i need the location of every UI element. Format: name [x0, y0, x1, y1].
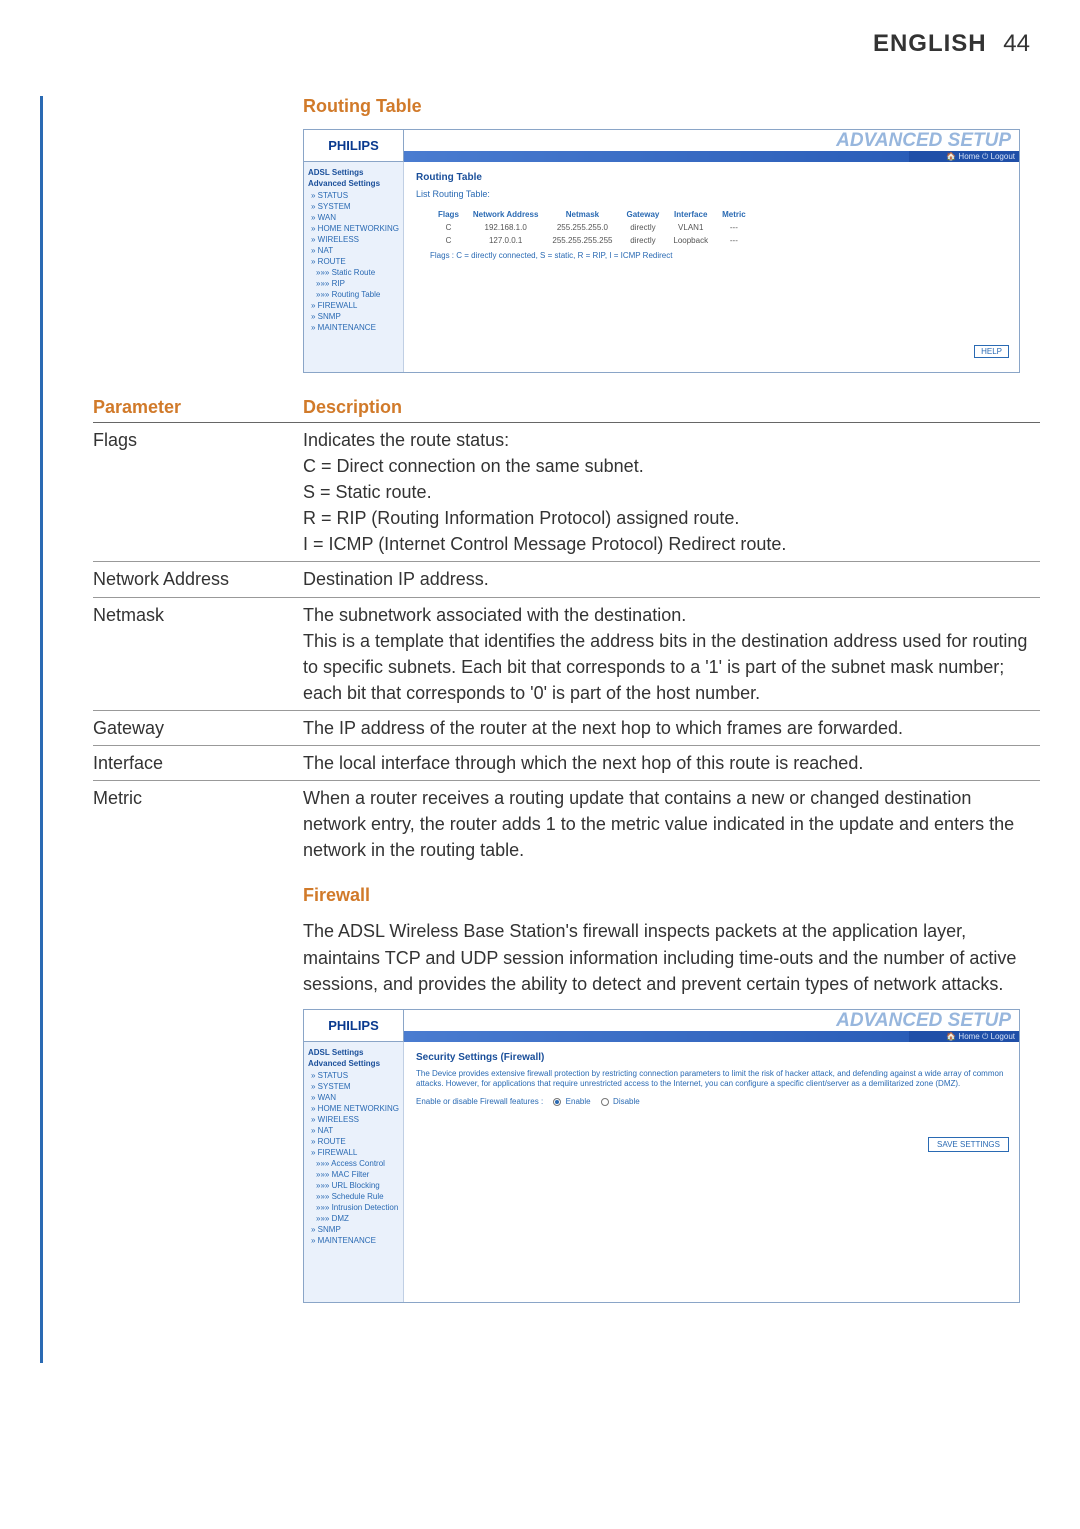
sidebar-item-wireless[interactable]: » WIRELESS — [308, 234, 399, 245]
banner-title: ADVANCED SETUP — [836, 130, 1011, 152]
radio-disable-label: Disable — [613, 1097, 640, 1106]
table-row: Gateway The IP address of the router at … — [93, 710, 1040, 745]
sidebar-item-snmp[interactable]: » SNMP — [308, 1224, 399, 1235]
page-header: ENGLISH 44 — [0, 0, 1080, 78]
sidebar-item-system[interactable]: » SYSTEM — [308, 201, 399, 212]
radio-enable[interactable] — [553, 1098, 561, 1106]
desc-flags: Indicates the route status: C = Direct c… — [303, 423, 1040, 562]
sidebar-item-static-route[interactable]: »»» Static Route — [308, 267, 399, 278]
sidebar-item-url-blocking[interactable]: »»» URL Blocking — [308, 1180, 399, 1191]
sidebar-item-firewall[interactable]: » FIREWALL — [308, 1147, 399, 1158]
firewall-main-desc: The Device provides extensive firewall p… — [416, 1069, 1007, 1089]
param-metric: Metric — [93, 781, 303, 868]
sidebar-item-status[interactable]: » STATUS — [308, 190, 399, 201]
header-language: ENGLISH — [873, 30, 987, 57]
routing-main: Routing Table List Routing Table: Flags … — [404, 162, 1019, 372]
sidebar-item-nat[interactable]: » NAT — [308, 1125, 399, 1136]
col-network-address: Network Address — [467, 209, 545, 220]
param-netmask: Netmask — [93, 597, 303, 710]
col-netmask: Netmask — [546, 209, 618, 220]
sidebar: ADSL Settings Advanced Settings » STATUS… — [304, 162, 404, 372]
desc-gateway: The IP address of the router at the next… — [303, 710, 1040, 745]
sidebar-item-maintenance[interactable]: » MAINTENANCE — [308, 322, 399, 333]
table-row: Metric When a router receives a routing … — [93, 781, 1040, 868]
firewall-enable-label: Enable or disable Firewall features : — [416, 1097, 543, 1106]
section-firewall-title: Firewall — [303, 885, 1080, 906]
routing-main-subtitle: List Routing Table: — [416, 189, 1007, 199]
parameter-description-table: Parameter Description Flags Indicates th… — [93, 393, 1040, 867]
routing-data-table: Flags Network Address Netmask Gateway In… — [430, 207, 754, 248]
sidebar-item-intrusion-detection[interactable]: »»» Intrusion Detection — [308, 1202, 399, 1213]
col-flags: Flags — [432, 209, 465, 220]
param-flags: Flags — [93, 423, 303, 562]
screenshot-routing-table: PHILIPS ADVANCED SETUP 🏠 Home ⏻ Logout A… — [303, 129, 1020, 373]
desc-header: Description — [303, 393, 1040, 423]
sidebar-item-wireless[interactable]: » WIRELESS — [308, 1114, 399, 1125]
sidebar-item-firewall[interactable]: » FIREWALL — [308, 300, 399, 311]
header-page-number: 44 — [1003, 30, 1030, 57]
param-header: Parameter — [93, 393, 303, 423]
sidebar-group-advanced[interactable]: Advanced Settings — [308, 179, 399, 188]
table-row: Flags Indicates the route status: C = Di… — [93, 423, 1040, 562]
radio-disable[interactable] — [601, 1098, 609, 1106]
firewall-main-title: Security Settings (Firewall) — [416, 1052, 1007, 1063]
sidebar-item-rip[interactable]: »»» RIP — [308, 278, 399, 289]
sidebar-item-home-networking[interactable]: » HOME NETWORKING — [308, 223, 399, 234]
sidebar: ADSL Settings Advanced Settings » STATUS… — [304, 1042, 404, 1302]
param-interface: Interface — [93, 746, 303, 781]
content: Routing Table PHILIPS ADVANCED SETUP 🏠 H… — [40, 96, 1080, 1363]
desc-metric: When a router receives a routing update … — [303, 781, 1040, 868]
banner-links[interactable]: 🏠 Home ⏻ Logout — [909, 151, 1019, 162]
sidebar-item-access-control[interactable]: »»» Access Control — [308, 1158, 399, 1169]
sidebar-item-home-networking[interactable]: » HOME NETWORKING — [308, 1103, 399, 1114]
sidebar-item-wan[interactable]: » WAN — [308, 212, 399, 223]
help-button[interactable]: HELP — [974, 345, 1009, 358]
table-row: C 192.168.1.0 255.255.255.0 directly VLA… — [432, 222, 752, 233]
col-gateway: Gateway — [620, 209, 665, 220]
sidebar-item-snmp[interactable]: » SNMP — [308, 311, 399, 322]
philips-logo: PHILIPS — [304, 130, 404, 162]
screenshot-firewall: PHILIPS ADVANCED SETUP 🏠 Home ⏻ Logout A… — [303, 1009, 1020, 1303]
firewall-main: Security Settings (Firewall) The Device … — [404, 1042, 1019, 1302]
philips-logo: PHILIPS — [304, 1010, 404, 1042]
sidebar-item-maintenance[interactable]: » MAINTENANCE — [308, 1235, 399, 1246]
sidebar-item-mac-filter[interactable]: »»» MAC Filter — [308, 1169, 399, 1180]
sidebar-item-dmz[interactable]: »»» DMZ — [308, 1213, 399, 1224]
routing-main-title: Routing Table — [416, 172, 1007, 183]
sidebar-item-wan[interactable]: » WAN — [308, 1092, 399, 1103]
sidebar-group-adsl[interactable]: ADSL Settings — [308, 1048, 399, 1057]
desc-interface: The local interface through which the ne… — [303, 746, 1040, 781]
sidebar-group-adsl[interactable]: ADSL Settings — [308, 168, 399, 177]
section-routing-table-title: Routing Table — [303, 96, 1080, 117]
firewall-enable-row: Enable or disable Firewall features : En… — [416, 1097, 1007, 1106]
sidebar-group-advanced[interactable]: Advanced Settings — [308, 1059, 399, 1068]
sidebar-item-status[interactable]: » STATUS — [308, 1070, 399, 1081]
desc-network-address: Destination IP address. — [303, 562, 1040, 597]
save-settings-button[interactable]: SAVE SETTINGS — [928, 1137, 1009, 1152]
param-gateway: Gateway — [93, 710, 303, 745]
col-interface: Interface — [667, 209, 714, 220]
firewall-intro-text: The ADSL Wireless Base Station's firewal… — [303, 918, 1020, 996]
sidebar-item-route[interactable]: » ROUTE — [308, 256, 399, 267]
table-row: Netmask The subnetwork associated with t… — [93, 597, 1040, 710]
desc-netmask: The subnetwork associated with the desti… — [303, 597, 1040, 710]
col-metric: Metric — [716, 209, 752, 220]
param-network-address: Network Address — [93, 562, 303, 597]
banner-title: ADVANCED SETUP — [836, 1010, 1011, 1032]
table-row: Network Address Destination IP address. — [93, 562, 1040, 597]
radio-enable-label: Enable — [566, 1097, 591, 1106]
sidebar-item-routing-table[interactable]: »»» Routing Table — [308, 289, 399, 300]
banner-links[interactable]: 🏠 Home ⏻ Logout — [909, 1031, 1019, 1042]
sidebar-item-schedule-rule[interactable]: »»» Schedule Rule — [308, 1191, 399, 1202]
sidebar-item-system[interactable]: » SYSTEM — [308, 1081, 399, 1092]
sidebar-item-route[interactable]: » ROUTE — [308, 1136, 399, 1147]
routing-flags-legend: Flags : C = directly connected, S = stat… — [430, 251, 1007, 260]
sidebar-item-nat[interactable]: » NAT — [308, 245, 399, 256]
table-row: C 127.0.0.1 255.255.255.255 directly Loo… — [432, 235, 752, 246]
table-row: Interface The local interface through wh… — [93, 746, 1040, 781]
